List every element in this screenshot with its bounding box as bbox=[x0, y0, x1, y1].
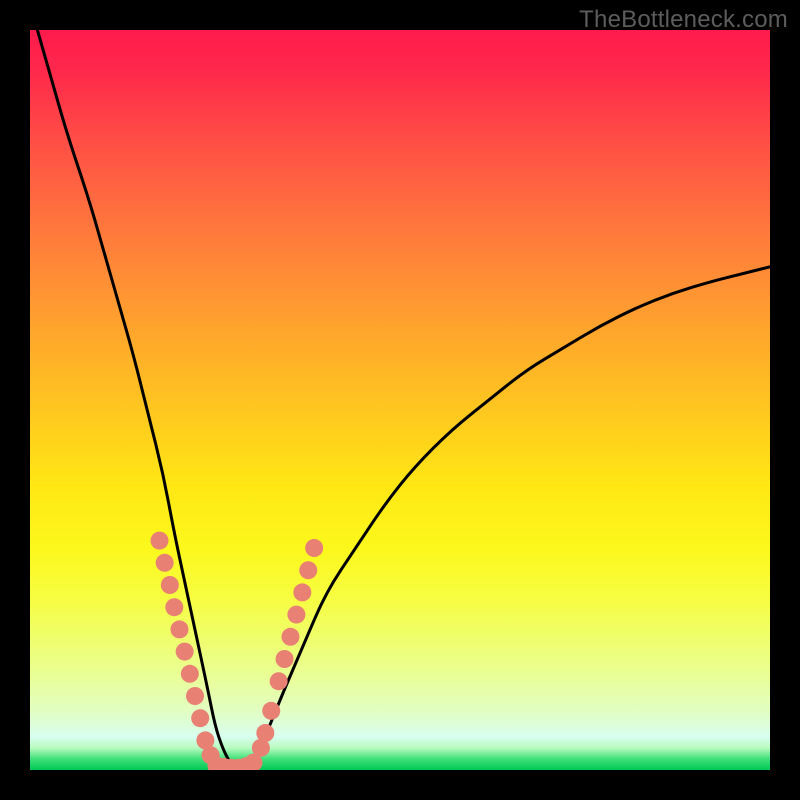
data-point-marker bbox=[270, 672, 288, 690]
data-point-marker bbox=[256, 724, 274, 742]
bottleneck-curve-line bbox=[37, 30, 770, 770]
data-point-marker bbox=[156, 554, 174, 572]
markers-group bbox=[151, 532, 324, 770]
curve-group bbox=[37, 30, 770, 770]
data-point-marker bbox=[299, 561, 317, 579]
watermark-text: TheBottleneck.com bbox=[579, 6, 788, 34]
data-point-marker bbox=[181, 665, 199, 683]
chart-svg-layer bbox=[30, 30, 770, 770]
data-point-marker bbox=[276, 650, 294, 668]
data-point-marker bbox=[191, 709, 209, 727]
data-point-marker bbox=[161, 576, 179, 594]
chart-frame: TheBottleneck.com bbox=[0, 0, 800, 800]
data-point-marker bbox=[305, 539, 323, 557]
plot-area bbox=[30, 30, 770, 770]
data-point-marker bbox=[151, 532, 169, 550]
data-point-marker bbox=[262, 702, 280, 720]
data-point-marker bbox=[293, 583, 311, 601]
data-point-marker bbox=[287, 606, 305, 624]
data-point-marker bbox=[281, 628, 299, 646]
data-point-marker bbox=[165, 598, 183, 616]
data-point-marker bbox=[170, 620, 188, 638]
data-point-marker bbox=[186, 687, 204, 705]
data-point-marker bbox=[176, 643, 194, 661]
